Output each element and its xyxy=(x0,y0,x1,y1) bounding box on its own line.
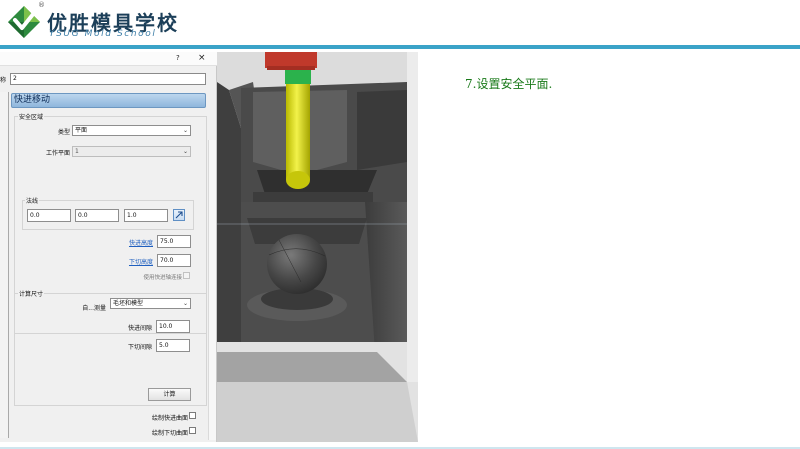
pick-direction-button[interactable] xyxy=(173,209,185,221)
type-select-value: 平面 xyxy=(75,127,88,134)
chevron-down-icon: ⌄ xyxy=(182,300,188,307)
tree-panel-strip xyxy=(0,92,9,438)
cad-viewport[interactable] xyxy=(217,52,418,442)
type-select[interactable]: 平面 ⌄ xyxy=(72,125,191,136)
calc-size-title: 计算尺寸 xyxy=(18,289,45,298)
rapid-gap-label: 快进间隙 xyxy=(127,325,152,332)
dialog-titlebar: ? × xyxy=(0,52,217,66)
rapid-move-page-title: 快进移动 xyxy=(11,93,206,108)
header-divider xyxy=(0,45,800,49)
rapid-height-input[interactable]: 75.0 xyxy=(157,235,191,248)
normal-z-input[interactable]: 1.0 xyxy=(124,209,168,222)
axial-link-checkbox[interactable] xyxy=(183,272,190,279)
calculate-button[interactable]: 计算 xyxy=(148,388,191,401)
draw-plunge-surface-checkbox[interactable] xyxy=(189,427,196,434)
step-instruction: 7.设置安全平面. xyxy=(465,77,553,91)
rapid-gap-input[interactable]: 10.0 xyxy=(156,320,190,333)
plunge-gap-input[interactable]: 5.0 xyxy=(156,339,190,352)
rapid-move-dialog: ? × 称 2 快进移动 安全区域 类型 平面 ⌄ 工作平面 1 ⌄ 法线 0.… xyxy=(0,52,217,442)
draw-plunge-surface-label: 绘制下切曲面 xyxy=(151,430,188,437)
plunge-gap-label: 下切间隙 xyxy=(127,344,152,351)
close-icon[interactable]: × xyxy=(198,53,206,63)
measure-from-value: 毛坯和模型 xyxy=(113,300,144,307)
measure-from-select[interactable]: 毛坯和模型 ⌄ xyxy=(110,298,191,309)
help-icon[interactable]: ? xyxy=(176,54,180,62)
draw-rapid-surface-checkbox[interactable] xyxy=(189,412,196,419)
workplane-select[interactable]: 1 ⌄ xyxy=(72,146,191,157)
draw-rapid-surface-label: 绘制快进曲面 xyxy=(151,415,188,422)
registered-mark: ® xyxy=(38,1,45,9)
normal-y-input[interactable]: 0.0 xyxy=(75,209,119,222)
normal-x-input[interactable]: 0.0 xyxy=(27,209,71,222)
normal-title: 法线 xyxy=(25,196,40,205)
name-label: 称 xyxy=(0,77,7,84)
brand-name-english: YSUG Mold School xyxy=(49,29,157,39)
plunge-height-input[interactable]: 70.0 xyxy=(157,254,191,267)
workplane-label: 工作平面 xyxy=(45,150,70,157)
measure-from-label: 自...测量 xyxy=(82,305,106,312)
axial-link-label: 使用快进轴连接 xyxy=(143,275,182,281)
pick-arrow-icon xyxy=(175,211,183,219)
workplane-select-value: 1 xyxy=(75,148,79,155)
plunge-height-label[interactable]: 下切高度 xyxy=(100,257,153,266)
rapid-height-label[interactable]: 快进高度 xyxy=(100,238,153,247)
cad-model-graphic xyxy=(217,52,418,442)
chevron-down-icon: ⌄ xyxy=(182,148,188,155)
safe-area-title: 安全区域 xyxy=(18,112,45,121)
ysug-logo-icon xyxy=(8,6,40,38)
dialog-scrollbar[interactable] xyxy=(208,140,216,440)
chevron-down-icon: ⌄ xyxy=(182,127,188,134)
name-input[interactable]: 2 xyxy=(10,73,206,85)
type-label: 类型 xyxy=(57,129,70,136)
